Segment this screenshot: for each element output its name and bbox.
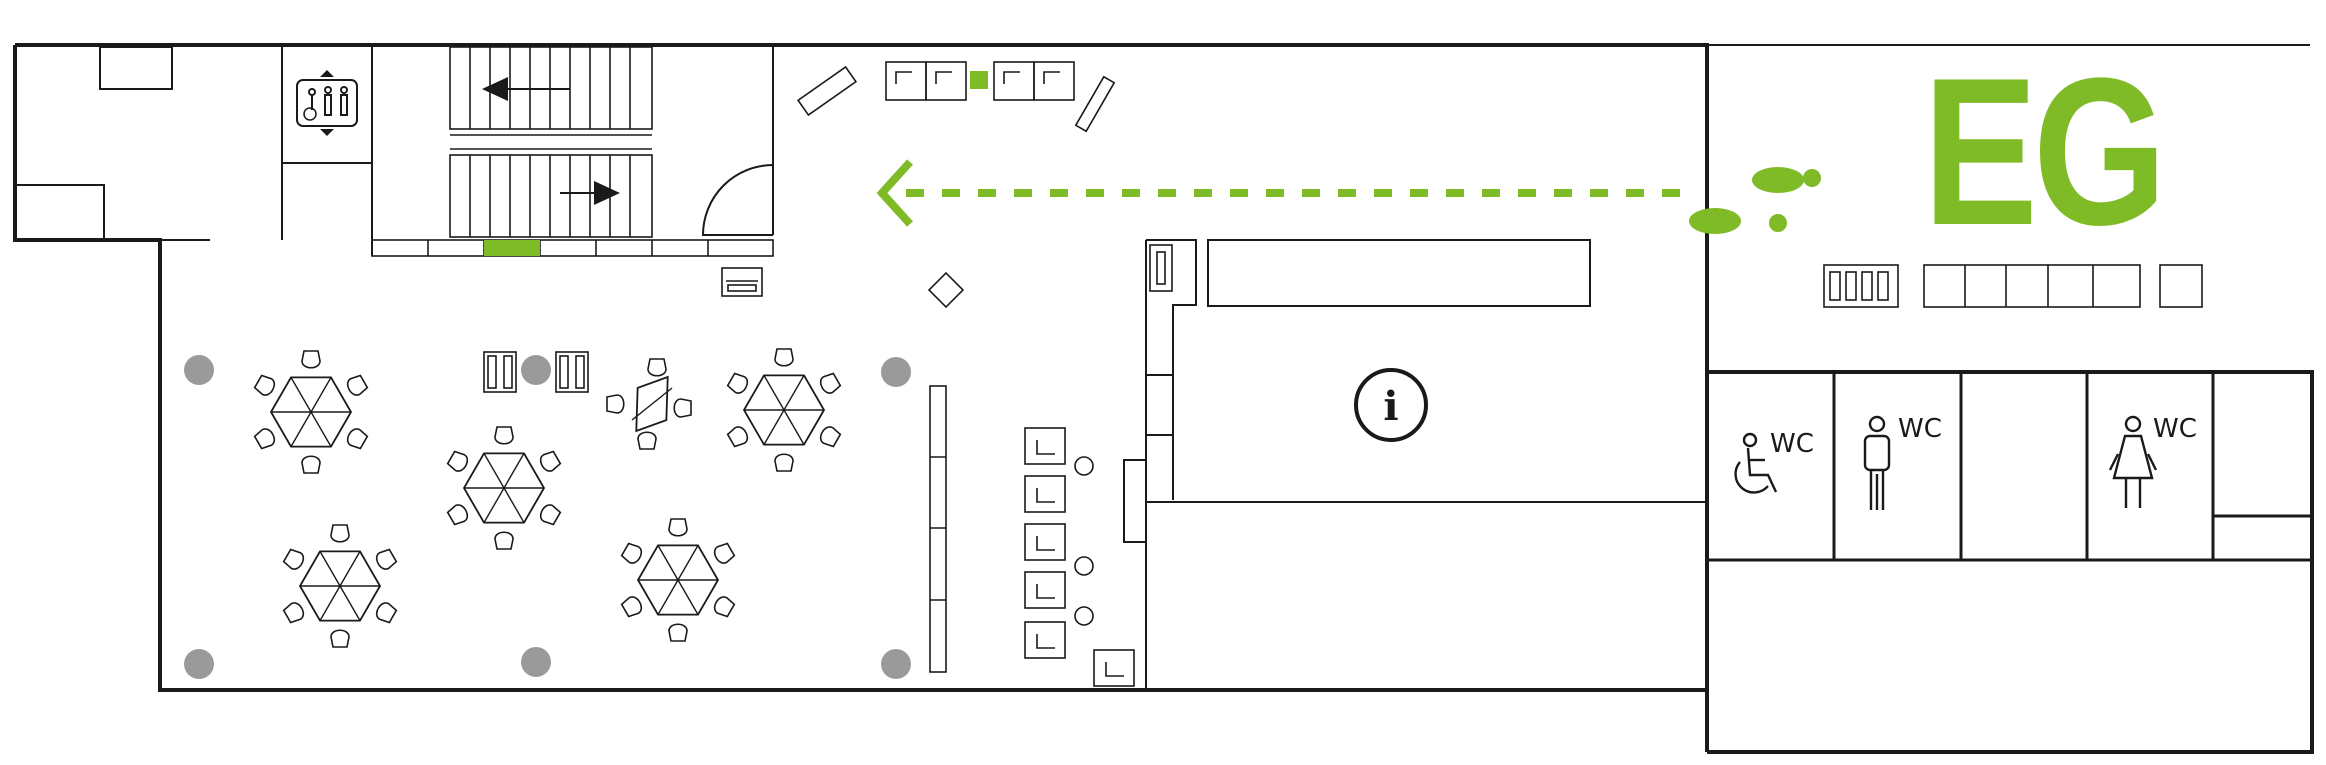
- wc-label-men: WC: [1898, 414, 1942, 444]
- escalator-up-arrow-icon: [594, 181, 620, 205]
- table-1: [252, 350, 370, 474]
- table-small: [606, 358, 692, 450]
- elevator-icon: [296, 70, 358, 136]
- info-label: i: [1383, 383, 1398, 430]
- escalators: [449, 46, 653, 238]
- table-4: [619, 518, 737, 642]
- woman-icon: [2108, 415, 2158, 508]
- wc-label-accessible: WC: [1770, 429, 1814, 459]
- accent-locker: [970, 71, 988, 89]
- wc-label-women: WC: [2153, 414, 2197, 444]
- accent-gate: [484, 240, 540, 256]
- lockers-top: [796, 61, 1116, 309]
- arrow-left-icon: [876, 159, 913, 227]
- lockers-right: [1823, 264, 2203, 308]
- info-icon: i: [1354, 368, 1428, 442]
- escalator-down-arrow-icon: [482, 77, 508, 101]
- man-icon: [1863, 415, 1891, 510]
- entrance-gates: [371, 239, 774, 257]
- chair: [301, 350, 321, 369]
- cabinet: [721, 267, 763, 297]
- door-swing: [701, 164, 774, 236]
- service-terminals: [929, 385, 1135, 687]
- table-5: [725, 348, 843, 472]
- table-2: [445, 426, 563, 550]
- info-desk-fixture: [1149, 244, 1173, 292]
- table-3: [281, 524, 399, 648]
- floor-label: EG: [1923, 34, 2167, 269]
